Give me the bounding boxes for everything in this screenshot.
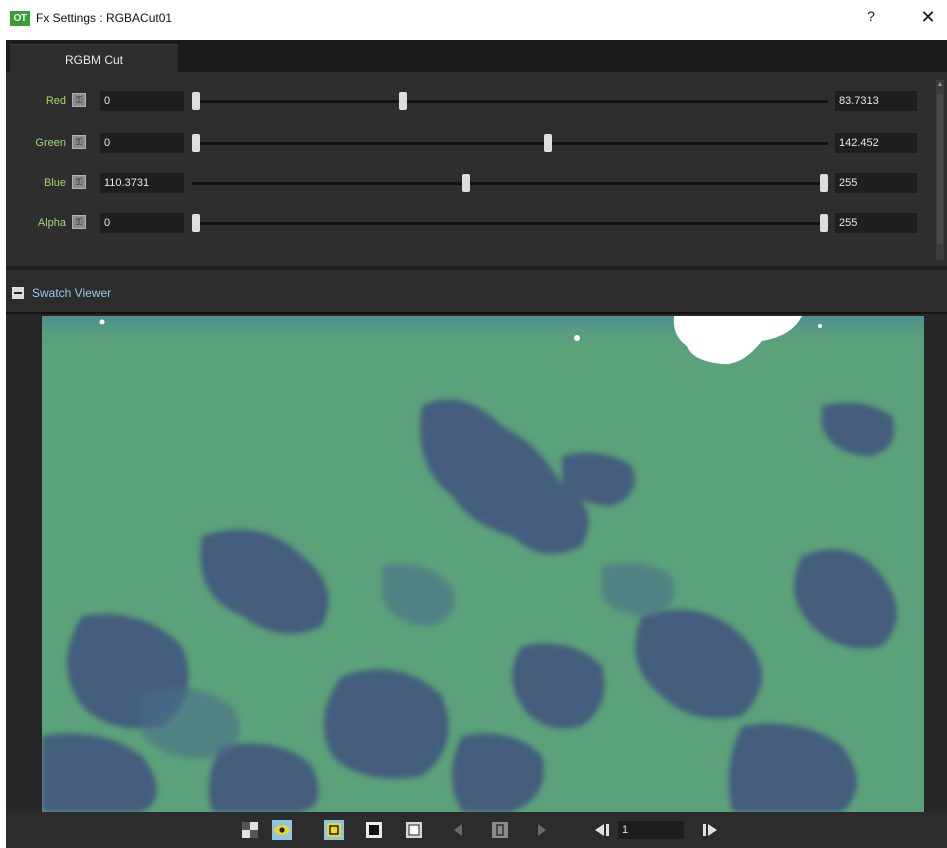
key-icon[interactable]: ⚿: [72, 175, 86, 189]
key-icon[interactable]: ⚿: [72, 93, 86, 107]
param-label-red: Red: [45, 95, 66, 107]
checkerboard-icon[interactable]: [240, 820, 260, 840]
black-bg-icon[interactable]: [364, 820, 384, 840]
params-scrollbar[interactable]: [936, 80, 944, 260]
camera-stand-icon[interactable]: [324, 820, 344, 840]
key-icon[interactable]: [490, 820, 510, 840]
swatch-preview-image[interactable]: [42, 316, 924, 812]
alpha-max-handle[interactable]: [820, 214, 828, 232]
param-label-green: Green: [35, 137, 66, 149]
help-button[interactable]: ?: [862, 8, 880, 28]
param-row-red: Red ⚿: [6, 90, 936, 112]
panel-splitter[interactable]: [6, 266, 947, 270]
blue-min-field[interactable]: [100, 173, 184, 193]
prev-frame-icon[interactable]: [592, 820, 612, 840]
key-icon[interactable]: ⚿: [72, 135, 86, 149]
swatch-viewer-title: Swatch Viewer: [32, 286, 112, 300]
blue-range-slider[interactable]: [192, 182, 828, 185]
viewer-toolbar: 1: [6, 812, 947, 848]
white-bg-icon[interactable]: [404, 820, 424, 840]
tab-rgbm-cut[interactable]: RGBM Cut: [10, 44, 178, 73]
green-min-field[interactable]: [100, 133, 184, 153]
app-logo-icon: OT: [10, 11, 30, 26]
close-button[interactable]: ✕: [918, 7, 938, 27]
red-max-handle[interactable]: [399, 92, 408, 110]
param-label-alpha: Alpha: [37, 217, 66, 229]
blue-max-field[interactable]: [835, 173, 917, 193]
eye-icon[interactable]: [272, 820, 292, 840]
red-max-field[interactable]: [835, 91, 917, 111]
blue-max-handle[interactable]: [820, 174, 828, 192]
title-bar: OT Fx Settings : RGBACut01 ? ✕: [0, 0, 947, 40]
prev-key-icon[interactable]: [448, 820, 468, 840]
param-row-alpha: Alpha ⚿: [6, 212, 936, 234]
alpha-max-field[interactable]: [835, 213, 917, 233]
param-label-blue: Blue: [43, 177, 66, 189]
collapse-icon[interactable]: [12, 287, 24, 299]
blue-min-handle[interactable]: [462, 174, 471, 192]
parameters-area: Red ⚿ Green ⚿ Blue ⚿: [6, 72, 947, 266]
next-key-icon[interactable]: [532, 820, 552, 840]
swatch-viewer: [6, 312, 947, 814]
swatch-render: [42, 316, 924, 812]
scrollbar-thumb[interactable]: [937, 94, 943, 244]
green-max-field[interactable]: [835, 133, 917, 153]
alpha-min-handle[interactable]: [192, 214, 200, 232]
green-max-handle[interactable]: [543, 134, 552, 152]
param-row-blue: Blue ⚿: [6, 172, 936, 194]
alpha-range-slider[interactable]: [192, 222, 828, 225]
green-range-slider[interactable]: [192, 142, 828, 145]
green-min-handle[interactable]: [192, 134, 200, 152]
red-min-handle[interactable]: [192, 92, 200, 110]
tab-bar: RGBM Cut: [6, 40, 947, 73]
fx-settings-panel: RGBM Cut Red ⚿ Green ⚿ Blue ⚿: [6, 40, 947, 848]
red-range-slider[interactable]: [192, 100, 828, 103]
frame-number-field[interactable]: 1: [618, 821, 684, 839]
red-min-field[interactable]: [100, 91, 184, 111]
alpha-min-field[interactable]: [100, 213, 184, 233]
key-icon[interactable]: ⚿: [72, 215, 86, 229]
param-row-green: Green ⚿: [6, 132, 936, 154]
next-frame-icon[interactable]: [700, 820, 720, 840]
swatch-viewer-header: Swatch Viewer: [6, 280, 947, 308]
window-title: Fx Settings : RGBACut01: [36, 11, 173, 25]
